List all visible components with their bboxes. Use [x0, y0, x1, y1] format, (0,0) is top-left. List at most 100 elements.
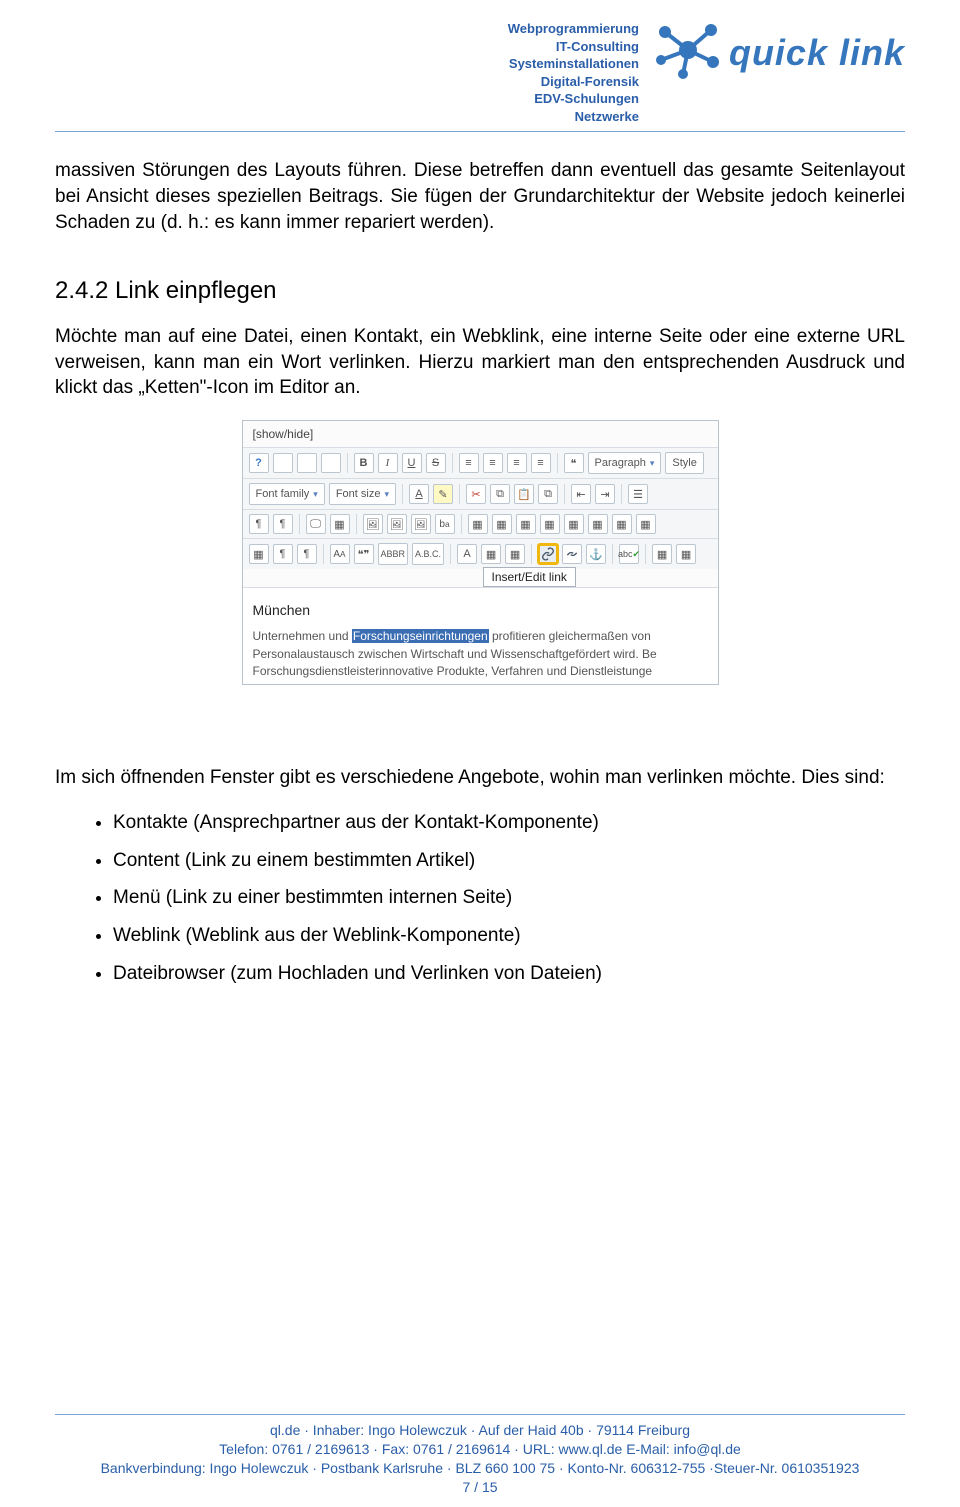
image-icon[interactable]: 🖼	[411, 514, 431, 534]
list-item: Weblink (Weblink aus der Weblink-Kompone…	[113, 923, 905, 949]
list-item: Menü (Link zu einer bestimmten internen …	[113, 885, 905, 911]
unlink-icon[interactable]	[562, 544, 582, 564]
separator	[323, 544, 324, 564]
link-tooltip: Insert/Edit link	[483, 567, 576, 587]
tool-btn[interactable]	[273, 453, 293, 473]
anchor-icon[interactable]: ⚓	[586, 544, 606, 564]
fontsize-select[interactable]: Font size▾	[329, 483, 396, 505]
list-item: Kontakte (Ansprechpartner aus der Kontak…	[113, 810, 905, 836]
service-item: EDV-Schulungen	[508, 90, 639, 108]
align-center-icon[interactable]: ≡	[483, 453, 503, 473]
pilcrow-icon[interactable]: ¶	[273, 514, 293, 534]
table-icon[interactable]: ▦	[516, 514, 536, 534]
quote-icon[interactable]: ❝❞	[354, 544, 374, 564]
tool-btn[interactable]	[321, 453, 341, 473]
bulletlist-icon[interactable]: ☰	[628, 484, 648, 504]
page-number: 7 / 15	[0, 1478, 960, 1497]
monitor-icon[interactable]: 🖵	[306, 514, 326, 534]
tool-btn[interactable]: ▦	[676, 544, 696, 564]
tool-btn[interactable]: ▦	[652, 544, 672, 564]
editor-screenshot: [show/hide] ? B I U S ≡ ≡ ≡ ≡ ❝ Paragrap…	[242, 420, 719, 685]
help-icon[interactable]: ?	[249, 453, 269, 473]
table-icon[interactable]: ▦	[564, 514, 584, 534]
list-item: Content (Link zu einem bestimmten Artike…	[113, 848, 905, 874]
tool-btn[interactable]: ▦	[330, 514, 350, 534]
italic-button[interactable]: I	[378, 453, 398, 473]
textcolor-icon[interactable]: A	[409, 484, 429, 504]
acronym-button[interactable]: A.B.C.	[412, 543, 444, 565]
pilcrow-icon[interactable]: ¶	[249, 514, 269, 534]
page-footer: ql.de · Inhaber: Ingo Holewczuk · Auf de…	[0, 1414, 960, 1497]
separator	[621, 484, 622, 504]
baseline-icon[interactable]: ba	[435, 514, 455, 534]
service-item: Webprogrammierung	[508, 20, 639, 38]
table-icon[interactable]: ▦	[612, 514, 632, 534]
paragraph-3: Im sich öffnenden Fenster gibt es versch…	[55, 765, 905, 791]
content-title: München	[253, 602, 708, 618]
service-item: Digital-Forensik	[508, 73, 639, 91]
table-icon[interactable]: ▦	[636, 514, 656, 534]
separator	[531, 544, 532, 564]
logo-icon	[653, 20, 723, 85]
selected-text: Forschungseinrichtungen	[352, 629, 489, 643]
tool-btn[interactable]: ▦	[505, 544, 525, 564]
table-icon[interactable]: ▦	[468, 514, 488, 534]
footer-divider	[55, 1414, 905, 1415]
link-icon[interactable]	[538, 544, 558, 564]
paragraph-select[interactable]: Paragraph▾	[588, 452, 662, 474]
spellcheck-icon[interactable]: abc✔	[619, 544, 639, 564]
outdent-icon[interactable]: ⇤	[571, 484, 591, 504]
editor-content-area[interactable]: München Unternehmen und Forschungseinric…	[243, 587, 718, 684]
toolbar-row-1: ? B I U S ≡ ≡ ≡ ≡ ❝ Paragraph▾ Style	[243, 447, 718, 478]
tool-btn[interactable]	[297, 453, 317, 473]
bullet-list: Kontakte (Ansprechpartner aus der Kontak…	[55, 810, 905, 986]
tool-btn[interactable]: ⧉	[538, 484, 558, 504]
pilcrow-icon[interactable]: ¶	[297, 544, 317, 564]
highlight-icon[interactable]: ✎	[433, 484, 453, 504]
separator	[645, 544, 646, 564]
separator	[347, 453, 348, 473]
separator	[402, 484, 403, 504]
section-heading: 2.4.2 Link einpflegen	[55, 277, 905, 305]
table-icon[interactable]: ▦	[492, 514, 512, 534]
align-right-icon[interactable]: ≡	[507, 453, 527, 473]
tool-btn[interactable]: ▦	[481, 544, 501, 564]
table-icon[interactable]: ▦	[540, 514, 560, 534]
separator	[564, 484, 565, 504]
bold-button[interactable]: B	[354, 453, 374, 473]
separator	[461, 514, 462, 534]
toolbar-row-4: ▦ ¶ ¶ AA ❝❞ ABBR A.B.C. A ▦ ▦ ⚓ abc✔ ▦ ▦	[243, 538, 718, 569]
logo-text: quick link	[729, 32, 905, 74]
footer-line: ql.de · Inhaber: Ingo Holewczuk · Auf de…	[0, 1421, 960, 1440]
align-justify-icon[interactable]: ≡	[531, 453, 551, 473]
align-left-icon[interactable]: ≡	[459, 453, 479, 473]
letter-icon[interactable]: A	[457, 544, 477, 564]
separator	[459, 484, 460, 504]
service-item: Systeminstallationen	[508, 55, 639, 73]
image-icon[interactable]: 🖼	[387, 514, 407, 534]
service-item: Netzwerke	[508, 108, 639, 126]
cut-icon[interactable]: ✂	[466, 484, 486, 504]
abbr-button[interactable]: ABBR	[378, 543, 409, 565]
table-icon[interactable]: ▦	[588, 514, 608, 534]
footer-line: Telefon: 0761 / 2169613 · Fax: 0761 / 21…	[0, 1440, 960, 1459]
table-icon[interactable]: ▦	[249, 544, 269, 564]
separator	[612, 544, 613, 564]
pilcrow-icon[interactable]: ¶	[273, 544, 293, 564]
services-list: Webprogrammierung IT-Consulting Systemin…	[508, 20, 639, 125]
copy-icon[interactable]: ⧉	[490, 484, 510, 504]
showhide-link[interactable]: [show/hide]	[243, 421, 718, 447]
separator	[299, 514, 300, 534]
image-icon[interactable]: 🖼	[363, 514, 383, 534]
style-select[interactable]: Style	[665, 452, 703, 474]
page-header: Webprogrammierung IT-Consulting Systemin…	[55, 20, 905, 125]
indent-icon[interactable]: ⇥	[595, 484, 615, 504]
underline-button[interactable]: U	[402, 453, 422, 473]
paste-icon[interactable]: 📋	[514, 484, 534, 504]
footer-line: Bankverbindung: Ingo Holewczuk · Postban…	[0, 1459, 960, 1478]
strike-button[interactable]: S	[426, 453, 446, 473]
fontfamily-select[interactable]: Font family▾	[249, 483, 325, 505]
fontcase-icon[interactable]: AA	[330, 544, 350, 564]
blockquote-icon[interactable]: ❝	[564, 453, 584, 473]
separator	[557, 453, 558, 473]
